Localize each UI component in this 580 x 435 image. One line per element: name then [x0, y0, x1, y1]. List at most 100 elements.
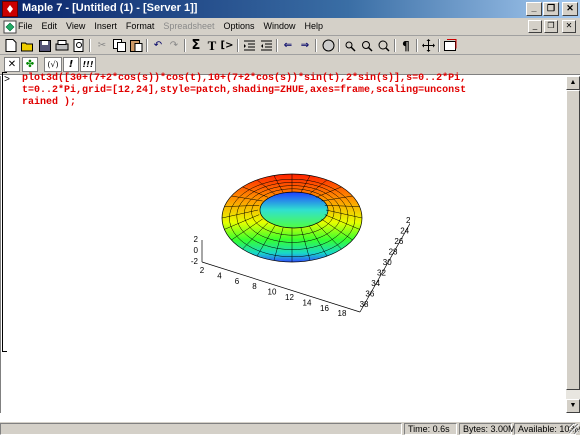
menu-file[interactable]: File — [18, 21, 33, 31]
exclamation-button[interactable]: ! — [63, 57, 79, 72]
y-tick-label: 26 — [394, 237, 403, 246]
y-tick-label: 22 — [406, 216, 410, 225]
zoom-small-icon[interactable] — [342, 38, 358, 53]
x-tick-label: 4 — [217, 271, 222, 280]
toolbar-separator — [416, 39, 418, 52]
status-bytes: Bytes: 3.00M — [459, 423, 516, 435]
command-input[interactable]: plot3d([30+(7+2*cos(s))*cos(t),10+(7+2*c… — [22, 73, 562, 109]
redo-icon[interactable]: ↷ — [166, 38, 182, 53]
y-axis-ticks: 22 2426 2830 3234 3638 — [360, 216, 410, 309]
scroll-thumb[interactable] — [566, 90, 580, 390]
x-tick-label: 8 — [252, 282, 257, 291]
y-tick-label: 28 — [389, 248, 398, 257]
menu-view[interactable]: View — [66, 21, 85, 31]
window-title: Maple 7 - [Untitled (1) - [Server 1]] — [22, 2, 198, 14]
x-tick-label: 2 — [200, 266, 205, 275]
y-tick-label: 36 — [365, 290, 374, 299]
x-tick-label: 14 — [303, 298, 312, 307]
toolbar-separator — [438, 39, 440, 52]
status-message — [0, 423, 402, 435]
x-tick-label: 12 — [285, 293, 294, 302]
z-axis-ticks: 2 0 -2 — [191, 235, 199, 266]
y-tick-label: 24 — [400, 227, 409, 236]
zoom-large-icon[interactable] — [376, 38, 392, 53]
y-tick-label: 38 — [360, 300, 369, 309]
y-tick-label: 30 — [383, 258, 392, 267]
toolbar-separator — [146, 39, 148, 52]
minimize-button[interactable]: _ — [526, 2, 542, 16]
menu-items: File Edit View Insert Format Spreadsheet… — [18, 21, 332, 31]
save-disk-icon[interactable] — [37, 38, 53, 53]
doc-close-button[interactable]: ✕ — [562, 20, 576, 33]
stop-icon[interactable] — [320, 38, 336, 53]
text-input-button[interactable]: T — [204, 38, 220, 53]
menu-edit[interactable]: Edit — [42, 21, 58, 31]
torus-plot[interactable]: 20-2 24681012141618 222426283032343638 — [180, 160, 410, 320]
menu-format[interactable]: Format — [126, 21, 155, 31]
print-icon[interactable] — [54, 38, 70, 53]
restart-icon[interactable] — [442, 38, 458, 53]
copy-icon[interactable] — [111, 38, 127, 53]
context-toolbar: ✕ ✤ (√) ! !!! — [0, 55, 580, 75]
status-bar: Time: 0.6s Bytes: 3.00M Available: 103M — [0, 421, 580, 435]
toolbar-separator — [338, 39, 340, 52]
show-invisibles-button[interactable]: ¶ — [398, 38, 414, 53]
document-icon[interactable] — [3, 20, 17, 34]
print-preview-icon[interactable] — [71, 38, 87, 53]
doc-minimize-button[interactable]: _ — [528, 20, 542, 33]
maple-app-icon[interactable] — [2, 1, 18, 17]
toolbar-separator — [394, 39, 396, 52]
math-input-button[interactable]: Σ — [188, 38, 204, 53]
menu-spreadsheet: Spreadsheet — [163, 21, 215, 31]
cut-icon[interactable]: ✂ — [94, 38, 110, 53]
scroll-down-icon[interactable]: ▼ — [566, 399, 580, 413]
menu-help[interactable]: Help — [305, 21, 324, 31]
x-tick-label: 18 — [338, 309, 347, 318]
x-tick-label: 16 — [320, 304, 329, 313]
indent-icon[interactable] — [241, 38, 257, 53]
arrow-left-icon[interactable]: ⇐ — [280, 38, 296, 53]
z-tick-label: -2 — [191, 257, 199, 266]
toolbar-separator — [89, 39, 91, 52]
x-tick-label: 6 — [235, 277, 240, 286]
paste-icon[interactable] — [128, 38, 144, 53]
status-available: Available: 103M — [514, 423, 580, 435]
resize-grip[interactable] — [569, 424, 579, 434]
status-time: Time: 0.6s — [404, 423, 457, 435]
x-axis-ticks: 2 4 6 8 10 12 14 16 18 — [200, 266, 347, 318]
main-toolbar: ✂ ↶ ↷ Σ T [> ⇐ ⇒ ¶ — [0, 36, 580, 55]
toolbar-separator — [237, 39, 239, 52]
menu-insert[interactable]: Insert — [94, 21, 117, 31]
expand-sections-icon[interactable] — [420, 38, 436, 53]
y-tick-label: 34 — [371, 279, 380, 288]
y-tick-label: 32 — [377, 269, 386, 278]
vertical-scrollbar[interactable]: ▲ ▼ — [566, 76, 580, 413]
menu-window[interactable]: Window — [264, 21, 296, 31]
menu-options[interactable]: Options — [223, 21, 254, 31]
undo-icon[interactable]: ↶ — [150, 38, 166, 53]
torus-surface — [221, 173, 363, 263]
maximize-button[interactable]: ❐ — [543, 2, 559, 16]
arrow-right-icon[interactable]: ⇒ — [297, 38, 313, 53]
sqrt-button[interactable]: (√) — [44, 57, 62, 72]
insert-prompt-button[interactable]: [> — [219, 38, 235, 53]
toolbar-separator — [276, 39, 278, 52]
input-prompt: > — [4, 75, 11, 86]
close-x-icon[interactable]: ✕ — [4, 57, 20, 72]
z-tick-label: 2 — [194, 235, 199, 244]
close-button[interactable]: ✕ — [562, 2, 578, 16]
zoom-medium-icon[interactable] — [359, 38, 375, 53]
toolbar-separator — [184, 39, 186, 52]
scroll-up-icon[interactable]: ▲ — [566, 76, 580, 90]
x-tick-label: 10 — [268, 288, 277, 297]
triple-exclamation-button[interactable]: !!! — [80, 57, 96, 72]
open-folder-icon[interactable] — [20, 38, 36, 53]
doc-restore-button[interactable]: ❐ — [544, 20, 558, 33]
z-tick-label: 0 — [194, 246, 199, 255]
execute-icon[interactable]: ✤ — [22, 57, 38, 72]
execution-group-bracket[interactable] — [2, 72, 7, 352]
outdent-icon[interactable] — [258, 38, 274, 53]
toolbar-separator — [315, 39, 317, 52]
title-bar: Maple 7 - [Untitled (1) - [Server 1]] _ … — [0, 0, 580, 18]
new-file-icon[interactable] — [3, 38, 19, 53]
